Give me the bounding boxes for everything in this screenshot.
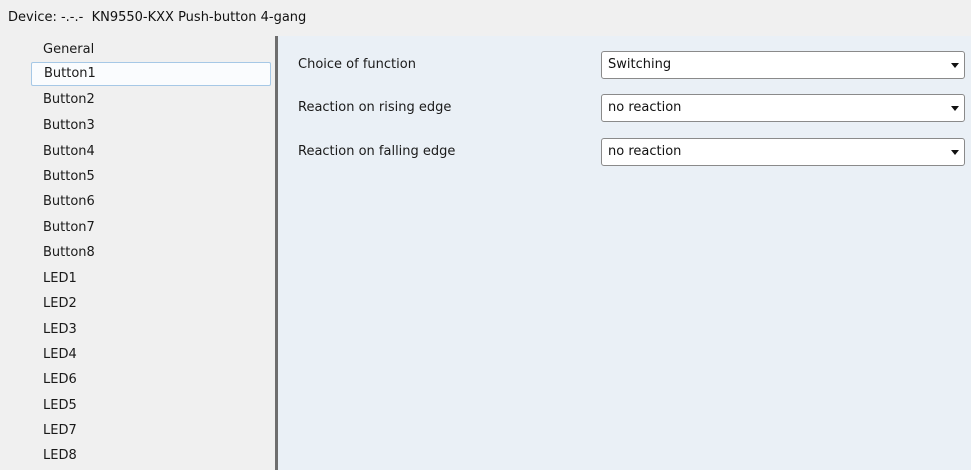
sidebar-item-button7[interactable]: Button7 [31,216,271,240]
sidebar-item-led8[interactable]: LED8 [31,444,271,468]
sidebar-item-button4[interactable]: Button4 [31,140,271,164]
device-title: Device: -.-.- KN9550-KXX Push-button 4-g… [8,10,307,25]
sidebar-item-button2[interactable]: Button2 [31,88,271,112]
select-value: no reaction [608,100,682,115]
parameter-tree: General Button1 Button2 Button3 Button4 … [31,36,275,470]
param-label: Choice of function [298,57,416,72]
dropdown-arrow-icon [951,150,959,155]
param-label: Reaction on rising edge [298,100,452,115]
reaction-falling-edge-select[interactable]: no reaction [601,138,965,166]
param-row-choice-of-function: Choice of function Switching [278,51,971,81]
param-label: Reaction on falling edge [298,144,456,159]
dropdown-arrow-icon [951,63,959,68]
param-row-rising-edge: Reaction on rising edge no reaction [278,94,971,124]
sidebar-item-led3[interactable]: LED3 [31,318,271,342]
sidebar-item-button5[interactable]: Button5 [31,165,271,189]
sidebar-item-led2[interactable]: LED2 [31,292,271,316]
param-row-falling-edge: Reaction on falling edge no reaction [278,138,971,168]
select-value: no reaction [608,144,682,159]
sidebar-item-led6[interactable]: LED6 [31,368,271,392]
select-value: Switching [608,57,672,72]
sidebar-item-led7[interactable]: LED7 [31,419,271,443]
choice-of-function-select[interactable]: Switching [601,51,965,79]
sidebar-item-button6[interactable]: Button6 [31,190,271,214]
sidebar-item-led4[interactable]: LED4 [31,343,271,367]
sidebar-item-button1[interactable]: Button1 [31,62,271,86]
sidebar-item-button8[interactable]: Button8 [31,241,271,265]
sidebar-item-general[interactable]: General [31,38,271,62]
reaction-rising-edge-select[interactable]: no reaction [601,94,965,122]
sidebar-item-led1[interactable]: LED1 [31,267,271,291]
parameter-panel: Choice of function Switching Reaction on… [278,36,971,470]
sidebar-item-button3[interactable]: Button3 [31,114,271,138]
dropdown-arrow-icon [951,106,959,111]
sidebar-item-led5[interactable]: LED5 [31,394,271,418]
